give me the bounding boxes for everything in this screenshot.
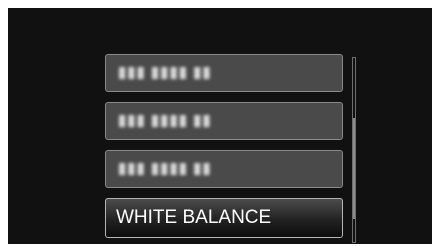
menu-item-2[interactable]: ▮▮▮ ▮▮▮▮ ▮▮ [105,102,343,140]
menu-list: ▮▮▮ ▮▮▮▮ ▮▮ ▮▮▮ ▮▮▮▮ ▮▮ ▮▮▮ ▮▮▮▮ ▮▮ WHIT… [105,54,345,248]
menu-item-label: ▮▮▮ ▮▮▮▮ ▮▮ [118,64,212,81]
menu-item-3[interactable]: ▮▮▮ ▮▮▮▮ ▮▮ [105,150,343,188]
scrollbar-thumb[interactable] [353,118,355,219]
scrollbar[interactable] [352,57,356,243]
menu-item-white-balance[interactable]: WHITE BALANCE [105,198,343,238]
menu-item-label: WHITE BALANCE [116,207,272,228]
menu-item-1[interactable]: ▮▮▮ ▮▮▮▮ ▮▮ [105,54,343,92]
camera-menu-screen: ▮▮▮ ▮▮▮▮ ▮▮ ▮▮▮ ▮▮▮▮ ▮▮ ▮▮▮ ▮▮▮▮ ▮▮ WHIT… [8,8,432,244]
menu-item-label: ▮▮▮ ▮▮▮▮ ▮▮ [118,112,212,129]
menu-item-label: ▮▮▮ ▮▮▮▮ ▮▮ [118,160,212,177]
